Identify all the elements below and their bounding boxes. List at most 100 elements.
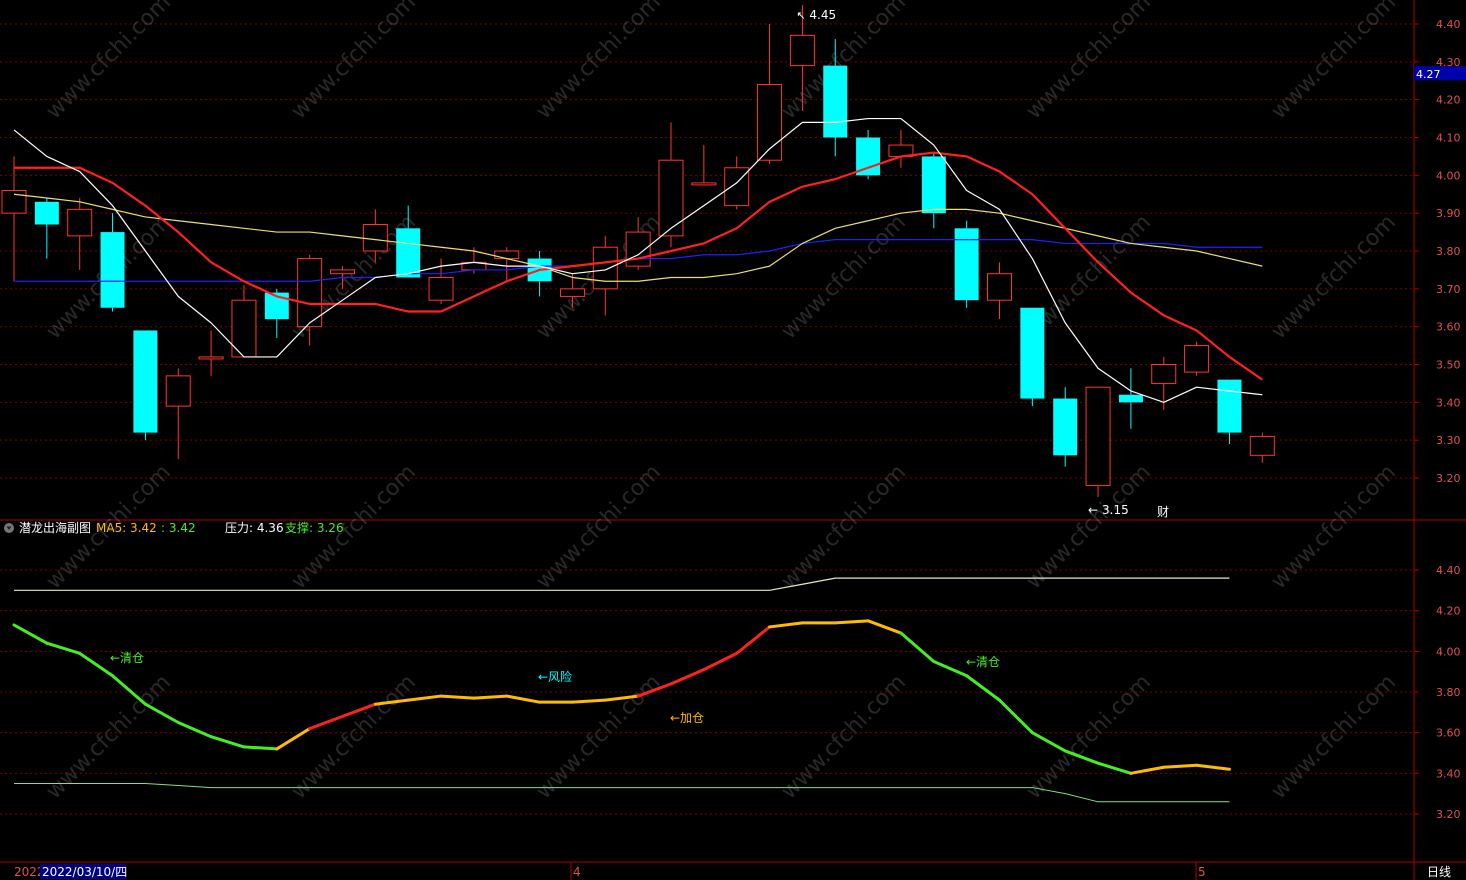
ma5-segment (866, 619, 903, 635)
indicator-name: 潜龙出海副图 (19, 520, 91, 535)
candle[interactable] (494, 247, 520, 282)
ma5-segment (932, 660, 969, 678)
high-price-label: 4.45 (809, 8, 836, 22)
ma5-segment (439, 694, 476, 700)
sub-y-tick-label: 3.60 (1436, 727, 1461, 740)
watermark-text: www.cfchi.com (777, 460, 911, 594)
candle[interactable] (1020, 307, 1045, 407)
candle[interactable] (592, 235, 618, 316)
stock-chart[interactable]: 4.404.304.204.104.003.903.803.703.603.50… (0, 0, 1466, 880)
watermark-text: www.cfchi.com (1267, 210, 1401, 344)
sub-y-tick-label: 4.00 (1436, 645, 1461, 658)
current-price-label: 4.27 (1416, 68, 1441, 81)
main-y-tick-label: 4.10 (1436, 132, 1461, 145)
ma5-segment (242, 745, 279, 751)
candle-body-up (625, 231, 651, 267)
ma5-segment (406, 694, 443, 702)
collapse-toggle-icon[interactable] (4, 523, 14, 533)
candle[interactable] (100, 213, 125, 312)
ma5-segment (45, 641, 82, 655)
ma5-segment (209, 735, 246, 749)
candle[interactable] (165, 368, 191, 460)
candle[interactable] (1118, 368, 1143, 429)
candle-body-up (330, 269, 355, 275)
low-price-label: 3.15 (1102, 503, 1129, 517)
candle[interactable] (888, 129, 914, 168)
annotation-clear-2: ←清仓 (966, 655, 1000, 669)
ma5-value-label: MA5: 3.42 (96, 521, 157, 535)
watermark-text: www.cfchi.com (532, 670, 666, 804)
main-y-tick-label: 4.40 (1436, 18, 1461, 31)
candle-body-down (921, 156, 946, 214)
ma5-segment (1195, 763, 1231, 771)
ma5-segment (1030, 731, 1067, 753)
main-y-tick-label: 3.80 (1436, 245, 1461, 258)
candle-body-down (133, 330, 158, 433)
candle-body-up (362, 224, 388, 252)
main-y-tick-label: 3.90 (1436, 207, 1461, 220)
ma5-segment (78, 651, 115, 678)
watermark-text: www.cfchi.com (1267, 460, 1401, 594)
candle-body-up (67, 208, 93, 237)
candle-body-up (1, 189, 27, 214)
candle[interactable] (133, 330, 158, 441)
main-y-tick-label: 3.40 (1436, 396, 1461, 409)
ma5-value-second: : 3.42 (161, 521, 196, 535)
candle-body-up (1085, 386, 1111, 487)
ma5-segment (1129, 765, 1166, 775)
ma5-segment (275, 727, 312, 751)
ma5-segment (570, 698, 607, 704)
sub-panel: 4.40 4.20 4.00 3.80 3.60 3.40 3.20 (0, 564, 1461, 821)
sub-y-tick-label: 3.40 (1436, 767, 1461, 780)
candle-body-down (1118, 394, 1143, 403)
candle[interactable] (987, 262, 1012, 320)
main-y-tick-label: 3.20 (1436, 472, 1461, 485)
candle-body-up (658, 159, 684, 237)
main-y-tick-label: 3.30 (1436, 434, 1461, 447)
candle[interactable] (34, 198, 59, 259)
candle-body-up (559, 288, 585, 297)
month-label-5: 5 (1198, 865, 1206, 879)
candle-body-down (823, 65, 848, 138)
ma5-segment (702, 651, 739, 672)
ma5-segment (12, 623, 49, 645)
main-y-tick-label: 3.60 (1436, 321, 1461, 334)
candle-body-up (1184, 345, 1210, 373)
support-label: 支撑: 3.26 (285, 520, 344, 535)
ma5-segment (176, 721, 213, 739)
candle-body-up (1151, 364, 1177, 384)
candle[interactable] (1053, 387, 1078, 467)
annotation-add: ←加仓 (670, 711, 704, 725)
ma5-segment (833, 619, 870, 625)
candle[interactable] (231, 285, 257, 358)
candle[interactable] (1184, 341, 1210, 376)
low-arrow: ← (1088, 503, 1098, 517)
watermark-text: www.cfchi.com (1267, 670, 1401, 804)
sub-indicator-header: 潜龙出海副图 MA5: 3.42 : 3.42 压力: 4.36 支撑: 3.26 (4, 520, 344, 535)
candle[interactable] (921, 152, 946, 229)
candle[interactable] (1085, 386, 1111, 497)
candle[interactable] (1217, 379, 1242, 444)
watermark-text: www.cfchi.com (777, 670, 911, 804)
candle[interactable] (691, 145, 717, 186)
candle-body-up (691, 182, 717, 186)
candle[interactable] (954, 220, 979, 308)
candle[interactable] (1249, 432, 1275, 463)
high-arrow: ↖ (796, 9, 805, 22)
ma5-segment (143, 702, 180, 724)
ma5-segment (669, 668, 706, 686)
main-y-tick-label: 3.70 (1436, 283, 1461, 296)
candle-body-down (1053, 398, 1078, 456)
watermark-text: www.cfchi.com (287, 670, 421, 804)
pressure-label: 压力: 4.36 (225, 521, 284, 535)
candle-body-up (198, 356, 224, 360)
ma5-segment (998, 698, 1034, 735)
sub-y-tick-label: 4.40 (1436, 564, 1461, 577)
time-axis: 20222022/03/10/四 4 5 日线 (14, 862, 1451, 880)
watermark-text: www.cfchi.com (532, 460, 666, 594)
candle[interactable] (757, 24, 783, 164)
candle[interactable] (67, 198, 93, 270)
candle[interactable] (198, 330, 224, 376)
candle-body-down (34, 201, 59, 225)
annotation-clear-1: ←清仓 (110, 651, 144, 665)
